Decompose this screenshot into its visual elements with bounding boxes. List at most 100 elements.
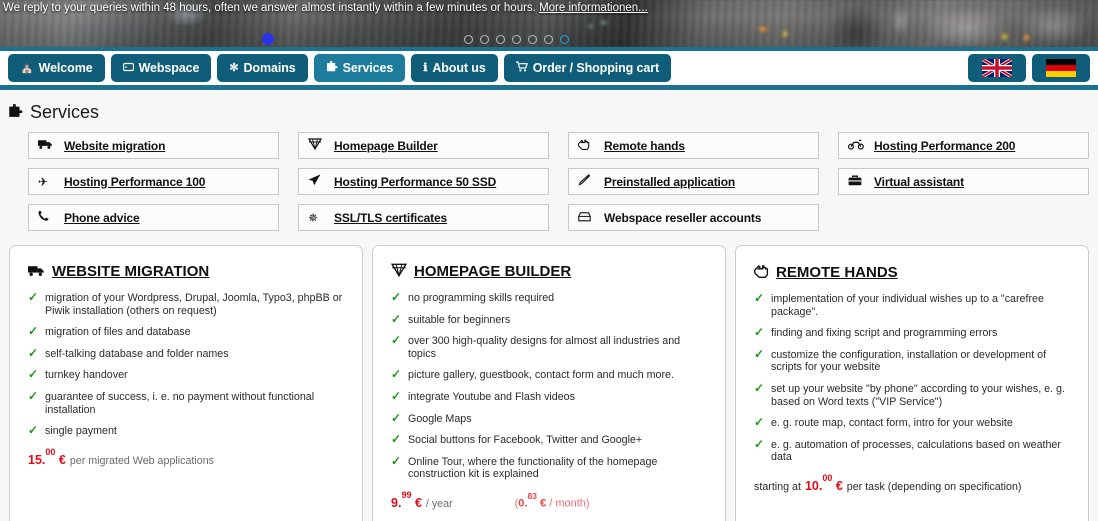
carousel-dot[interactable] — [496, 35, 505, 44]
nav-item-label: Order / Shopping cart — [532, 61, 660, 75]
service-link-hosting-performance-50-ssd[interactable]: Hosting Performance 50 SSD — [298, 168, 549, 195]
price-unit: per task (depending on specification) — [846, 481, 1022, 494]
language-button-english[interactable] — [968, 54, 1026, 82]
feature-item: Online Tour, where the functionality of … — [391, 455, 707, 481]
service-link-virtual-assistant[interactable]: Virtual assistant — [838, 168, 1089, 195]
language-button-german[interactable] — [1032, 54, 1090, 82]
airplane-icon: ✈ — [38, 174, 49, 189]
service-link-phone-advice[interactable]: Phone advice — [28, 204, 279, 231]
card-title-text[interactable]: WEBSITE MIGRATION — [52, 263, 209, 280]
more-information-link[interactable]: More informationen... — [539, 2, 648, 14]
diamond-icon — [307, 138, 334, 153]
price-prefix: starting at — [754, 481, 801, 494]
price-row: 15.00 € per migrated Web applications — [28, 447, 344, 467]
service-link-ssl-tls-certificates[interactable]: ✵ SSL/TLS certificates — [298, 204, 549, 231]
nav-item-order-shopping-cart[interactable]: Order / Shopping cart — [503, 54, 672, 82]
card-title: WEBSITE MIGRATION — [28, 263, 344, 280]
price-unit: per migrated Web applications — [69, 454, 215, 467]
service-links-column: Website migration ✈ Hosting Performance … — [28, 132, 279, 231]
price-row: starting at 10.00 € per task (depending … — [754, 472, 1070, 494]
service-link-preinstalled-application[interactable]: Preinstalled application — [568, 168, 819, 195]
hand-pointer-icon — [577, 138, 604, 153]
price-amount: 10.00 € — [804, 472, 843, 494]
card-title-text[interactable]: REMOTE HANDS — [776, 264, 898, 281]
feature-item: self-talking database and folder names — [28, 347, 344, 361]
feature-item: Social buttons for Facebook, Twitter and… — [391, 433, 707, 447]
uk-flag-icon — [982, 59, 1012, 77]
service-link-label: Website migration — [64, 138, 166, 153]
service-link-hosting-performance-200[interactable]: Hosting Performance 200 — [838, 132, 1089, 159]
truck-icon — [38, 139, 64, 153]
feature-item: Google Maps — [391, 412, 707, 426]
nav-item-domains[interactable]: ✼ Domains — [217, 54, 308, 82]
nav-item-label: Welcome — [38, 61, 93, 75]
feature-item: finding and fixing script and programmin… — [754, 326, 1070, 340]
feature-item: migration of files and database — [28, 325, 344, 339]
carousel-dot[interactable] — [512, 35, 521, 44]
service-link-label: Phone advice — [64, 210, 140, 225]
service-card-remote-hands: REMOTE HANDS implementation of your indi… — [735, 245, 1089, 521]
page-title: Services — [0, 90, 1098, 132]
service-link-label: Preinstalled application — [604, 174, 736, 189]
feature-item: suitable for beginners — [391, 313, 707, 327]
service-link-label: Webspace reseller accounts — [604, 210, 762, 225]
phone-icon — [38, 210, 64, 225]
carousel-dot-active[interactable] — [560, 35, 569, 44]
page-title-text: Services — [30, 102, 100, 122]
home-icon: ⛪ — [20, 61, 34, 74]
pencil-icon — [578, 174, 604, 189]
feature-item: set up your website "by phone" according… — [754, 382, 1070, 408]
feature-item: integrate Youtube and Flash videos — [391, 390, 707, 404]
service-link-webspace-reseller-accounts[interactable]: Webspace reseller accounts — [568, 204, 819, 231]
feature-list: migration of your Wordpress, Drupal, Joo… — [28, 291, 344, 438]
feature-item: guarantee of success, i. e. no payment w… — [28, 390, 344, 416]
nav-item-welcome[interactable]: ⛪ Welcome — [8, 54, 105, 82]
service-link-website-migration[interactable]: Website migration — [28, 132, 279, 159]
price-unit: / year — [425, 498, 453, 511]
carousel-dot[interactable] — [544, 35, 553, 44]
nav-item-label: About us — [432, 61, 486, 75]
feature-item: no programming skills required — [391, 291, 707, 305]
card-title-text[interactable]: HOMEPAGE BUILDER — [414, 263, 571, 280]
page-content: Services Website migration ✈ Hosting Per… — [0, 90, 1098, 521]
briefcase-icon — [848, 175, 874, 189]
service-links-column: Hosting Performance 200 Virtual assistan… — [838, 132, 1089, 231]
nav-item-about-us[interactable]: ℹ About us — [411, 54, 498, 82]
service-link-label: Remote hands — [604, 138, 685, 153]
service-cards: WEBSITE MIGRATION migration of your Word… — [0, 231, 1098, 521]
service-link-hosting-performance-100[interactable]: ✈ Hosting Performance 100 — [28, 168, 279, 195]
carousel-dot[interactable] — [480, 35, 489, 44]
service-card-homepage-builder: HOMEPAGE BUILDER no programming skills r… — [372, 245, 726, 521]
service-link-label: Hosting Performance 200 — [874, 138, 1016, 153]
banner-notice: We reply to your queries within 48 hours… — [0, 0, 1098, 16]
feature-item: e. g. automation of processes, calculati… — [754, 438, 1070, 464]
diamond-icon — [390, 263, 408, 280]
nav-item-label: Services — [342, 61, 394, 75]
server-icon — [122, 62, 134, 75]
shopping-cart-icon — [515, 61, 528, 75]
carousel-dot[interactable] — [464, 35, 473, 44]
language-switcher — [968, 54, 1090, 82]
service-link-remote-hands[interactable]: Remote hands — [568, 132, 819, 159]
feature-item: single payment — [28, 424, 344, 438]
nav-item-services[interactable]: Services — [313, 54, 406, 82]
globe-icon: ✼ — [229, 61, 239, 74]
service-link-placeholder — [838, 204, 1089, 231]
service-card-website-migration: WEBSITE MIGRATION migration of your Word… — [9, 245, 363, 521]
feature-item: over 300 high-quality designs for almost… — [391, 334, 707, 360]
feature-item: turnkey handover — [28, 368, 344, 382]
price-row: 9.99 € / year (0.83 € / month) — [391, 490, 707, 511]
service-link-homepage-builder[interactable]: Homepage Builder — [298, 132, 549, 159]
carousel-dot[interactable] — [528, 35, 537, 44]
germany-flag-icon — [1046, 59, 1076, 77]
nav-item-label: Domains — [243, 61, 296, 75]
feature-item: picture gallery, guestbook, contact form… — [391, 368, 707, 382]
rocket-icon — [308, 174, 334, 189]
hero-banner: We reply to your queries within 48 hours… — [0, 0, 1098, 47]
motorcycle-icon — [847, 139, 874, 153]
carousel-marker-dot[interactable] — [262, 33, 274, 45]
feature-item: migration of your Wordpress, Drupal, Joo… — [28, 291, 344, 317]
service-link-label: Hosting Performance 100 — [64, 174, 206, 189]
nav-item-webspace[interactable]: Webspace — [110, 54, 212, 82]
feature-list: implementation of your individual wishes… — [754, 292, 1070, 464]
